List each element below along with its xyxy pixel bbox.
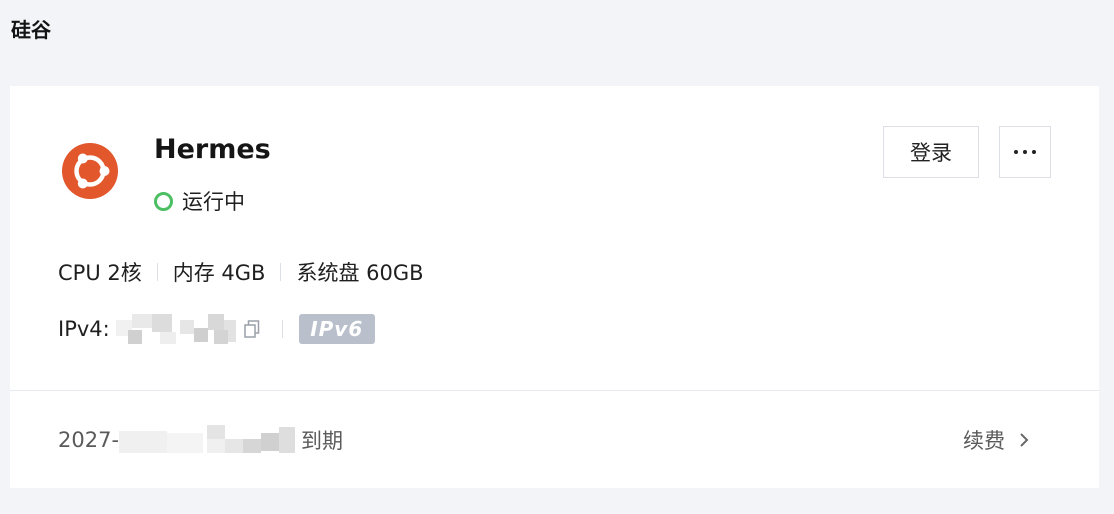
expiry-date-masked bbox=[119, 425, 296, 455]
spec-divider bbox=[280, 263, 282, 281]
ip-row: IPv4: IPv6 bbox=[58, 314, 375, 344]
status-text: 运行中 bbox=[182, 190, 245, 214]
ellipsis-icon bbox=[1014, 150, 1018, 154]
expiry-info: 2027- 到期 bbox=[58, 425, 343, 455]
renew-label: 续费 bbox=[963, 429, 1005, 453]
server-status: 运行中 bbox=[154, 186, 245, 216]
ubuntu-logo-icon bbox=[62, 143, 118, 199]
region-title: 硅谷 bbox=[11, 18, 51, 42]
login-button[interactable]: 登录 bbox=[883, 126, 979, 178]
ipv4-address-masked bbox=[115, 314, 236, 344]
chevron-right-icon bbox=[1020, 433, 1029, 447]
server-name[interactable]: Hermes bbox=[154, 134, 271, 165]
status-running-icon bbox=[154, 191, 173, 211]
ip-divider bbox=[281, 320, 283, 338]
expiry-suffix: 到期 bbox=[301, 429, 344, 453]
more-actions-button[interactable] bbox=[999, 126, 1051, 178]
instance-specs: CPU 2核 内存 4GB 系统盘 60GB bbox=[58, 257, 424, 287]
ipv6-badge: IPv6 bbox=[298, 314, 375, 344]
spec-cpu: CPU 2核 bbox=[58, 261, 142, 285]
spec-disk: 系统盘 60GB bbox=[296, 261, 424, 285]
spec-divider bbox=[156, 263, 158, 281]
expiry-date-prefix: 2027- bbox=[58, 428, 120, 452]
copy-icon[interactable] bbox=[243, 320, 260, 338]
card-divider bbox=[10, 390, 1099, 391]
renew-link[interactable]: 续费 bbox=[963, 425, 1029, 455]
spec-memory: 内存 4GB bbox=[172, 261, 266, 285]
server-card: Hermes 运行中 登录 CPU 2核 内存 4GB 系统盘 60GB IPv… bbox=[10, 86, 1099, 488]
ipv4-label: IPv4: bbox=[58, 317, 110, 341]
